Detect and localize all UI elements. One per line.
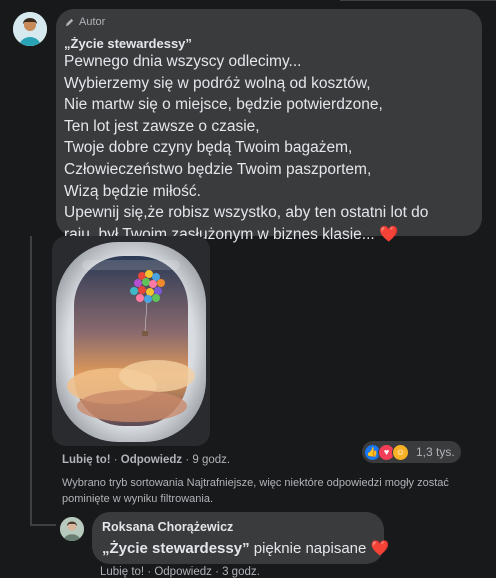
- divider-line: [340, 0, 496, 1]
- post-line: Człowieczeństwo będzie Twoim paszportem,: [64, 160, 372, 178]
- heart-icon: ❤️: [379, 225, 399, 243]
- post-actions: Lubię to! · Odpowiedz · 9 godz.: [62, 454, 230, 466]
- post-line: Pewnego dnia wszyscy odlecimy...: [64, 53, 302, 70]
- post-line: Wizą będzie miłość.: [64, 182, 201, 200]
- author-badge: Autor: [64, 16, 105, 28]
- author-avatar[interactable]: [13, 12, 47, 46]
- reactions-summary[interactable]: 👍 ♥ ☺ 1,3 tys.: [362, 441, 461, 463]
- reply-text: „Życie stewardessy” pięknie napisane ❤️: [102, 539, 389, 557]
- post-title: „Życie stewardessy”: [64, 36, 192, 51]
- post-line: Wybierzemy się w podróż wolną od kosztów…: [64, 74, 371, 92]
- heart-icon: ❤️: [370, 540, 390, 557]
- thread-line: [30, 236, 32, 526]
- reply-actions[interactable]: Lubię to! · Odpowiedz · 3 godz.: [100, 566, 260, 578]
- reply-quote: „Życie stewardessy”: [102, 540, 250, 557]
- reply-author-name[interactable]: Roksana Chorążewicz: [102, 520, 233, 534]
- like-link[interactable]: Lubię to!: [62, 454, 111, 466]
- reply-comment-bubble: Roksana Chorążewicz „Życie stewardessy” …: [92, 512, 389, 564]
- post-line: Nie martw się o miejsce, będzie potwierd…: [64, 96, 383, 114]
- author-badge-label: Autor: [79, 16, 106, 28]
- post-line: Twoje dobre czyny będą Twoim bagażem,: [64, 139, 353, 157]
- post-comment-bubble: Autor „Życie stewardessy” Pewnego dnia w…: [56, 9, 482, 243]
- reactions-count: 1,3 tys.: [416, 445, 455, 459]
- reply-avatar[interactable]: [60, 517, 84, 541]
- post-photo-airplane-window[interactable]: [52, 236, 210, 446]
- separator: ·: [182, 454, 193, 466]
- thread-connector: [30, 524, 56, 526]
- reply-link[interactable]: Odpowiedz: [121, 454, 182, 466]
- separator: ·: [110, 454, 121, 466]
- sort-notice: Wybrano tryb sortowania Najtrafniejsze, …: [62, 477, 449, 505]
- post-line: Upewnij się,że robisz wszystko, aby ten …: [64, 204, 429, 222]
- post-body: Pewnego dnia wszyscy odlecimy... Wybierz…: [64, 51, 428, 245]
- timestamp[interactable]: 9 godz.: [192, 454, 230, 466]
- reply-body: pięknie napisane: [249, 540, 371, 557]
- pen-icon: [65, 18, 74, 26]
- post-line: Ten lot jest zawsze o czasie,: [64, 117, 260, 135]
- care-icon: ☺: [392, 443, 409, 461]
